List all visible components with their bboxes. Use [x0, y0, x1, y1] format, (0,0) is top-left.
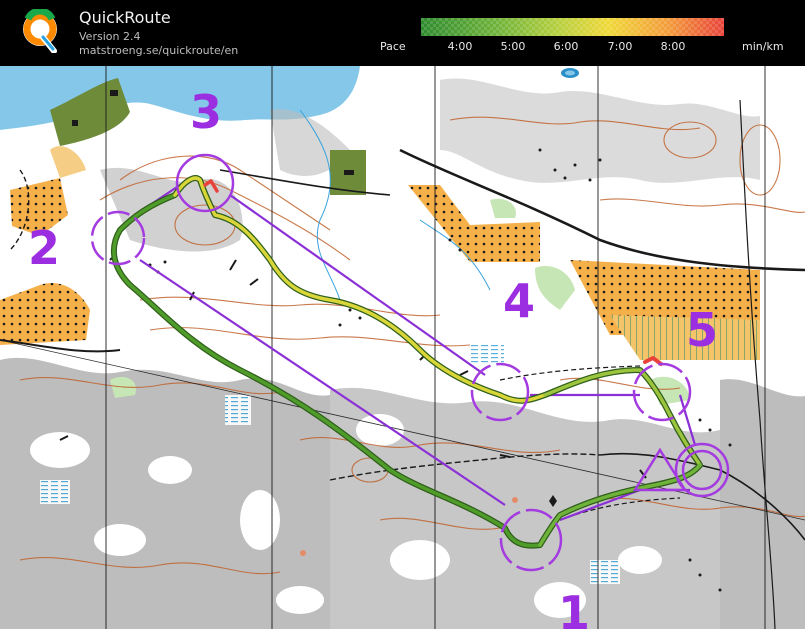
quickroute-logo-icon: [23, 9, 57, 53]
orienteering-map[interactable]: 3 2 4 5 1: [0, 66, 805, 629]
pace-tick-label: 5:00: [500, 40, 526, 53]
control-number: 1: [558, 586, 590, 629]
pace-color-scale: [421, 18, 724, 36]
pace-legend-label: Pace: [380, 40, 406, 53]
control-number: 4: [503, 274, 535, 328]
pace-tick-label: 8:00: [660, 40, 686, 53]
app-url: matstroeng.se/quickroute/en: [79, 44, 239, 57]
pace-tick-label: 4:00: [447, 40, 473, 53]
app-title: QuickRoute: [79, 8, 171, 27]
control-number: 5: [686, 303, 718, 357]
pace-tick-label: 7:00: [607, 40, 633, 53]
app-version: Version 2.4: [79, 30, 141, 43]
control-number: 2: [28, 221, 60, 275]
pace-tick-label: 6:00: [553, 40, 579, 53]
header-bar: QuickRoute Version 2.4 matstroeng.se/qui…: [0, 0, 805, 66]
control-number: 3: [190, 85, 222, 139]
pace-unit-label: min/km: [742, 40, 784, 53]
